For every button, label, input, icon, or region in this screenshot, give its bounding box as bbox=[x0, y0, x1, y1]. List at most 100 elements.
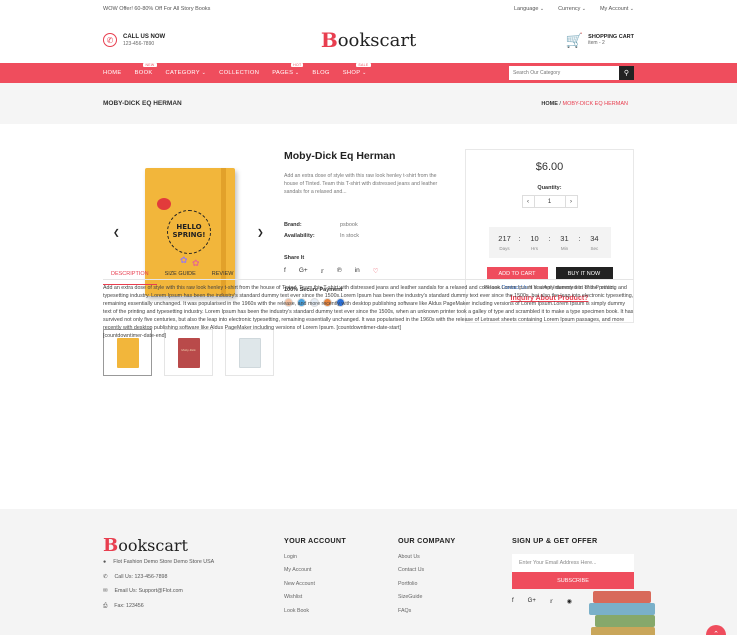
shopping-cart[interactable]: 🛒 SHOPPING CART item - 2 bbox=[566, 32, 634, 49]
nav-book[interactable]: BOOK NEW bbox=[135, 63, 157, 76]
breadcrumb: HOME / MOBY-DICK EQ HERMAN bbox=[541, 101, 628, 107]
page-title: MOBY-DICK EQ HERMAN bbox=[103, 100, 182, 107]
nav-home[interactable]: HOME bbox=[103, 70, 122, 76]
currency-dropdown[interactable]: Currency bbox=[558, 6, 586, 12]
timer-number: 31 bbox=[560, 234, 569, 243]
address-text: Flot Fashion Demo Store Demo Store USA bbox=[113, 559, 215, 565]
tab-description[interactable]: DESCRIPTION bbox=[103, 267, 157, 285]
footer: Bookscart ● Flot Fashion Demo Store Demo … bbox=[0, 509, 737, 635]
cart-count: item - 2 bbox=[588, 40, 605, 46]
availability-value: In stock bbox=[340, 233, 359, 240]
scroll-to-top-button[interactable]: ⌃ bbox=[706, 625, 726, 635]
next-image-arrow-icon[interactable]: ❯ bbox=[257, 228, 264, 237]
increase-qty-button[interactable]: › bbox=[564, 195, 578, 208]
footer-fax: ⎙ Fax: 123456 bbox=[103, 603, 214, 610]
timer-label: Days bbox=[499, 246, 510, 251]
footer-logo-initial: B bbox=[103, 535, 119, 556]
site-logo[interactable]: Bookscart bbox=[321, 28, 416, 52]
top-bar-menus: Language Currency My Account bbox=[514, 6, 634, 12]
facebook-icon[interactable]: f bbox=[512, 598, 514, 605]
search-button[interactable]: ⚲ bbox=[619, 66, 634, 80]
product-section: ❮ HELLO SPRING! ✿ ✿ ❯ Moby-Dick Moby-Dic… bbox=[0, 124, 737, 384]
brand-label: Brand: bbox=[284, 222, 302, 229]
footer-link-wishlist[interactable]: Wishlist bbox=[284, 594, 346, 600]
subscribe-button[interactable]: SUBSCRIBE bbox=[512, 572, 634, 589]
cart-icon: 🛒 bbox=[565, 31, 584, 48]
footer-link-portfolio[interactable]: Portfolio bbox=[398, 581, 455, 587]
twitter-icon[interactable]: 𝕣 bbox=[321, 267, 324, 275]
quantity-label: Quantity: bbox=[537, 185, 562, 191]
timer-separator: : bbox=[518, 236, 521, 243]
timer-number: 10 bbox=[530, 234, 539, 243]
book-spine bbox=[593, 591, 651, 603]
breadcrumb-home[interactable]: HOME bbox=[541, 101, 558, 107]
call-text: Call Us: 123-456-7898 bbox=[114, 573, 168, 580]
nav-pages[interactable]: PAGES HOT bbox=[272, 63, 304, 76]
footer-logo[interactable]: Bookscart bbox=[103, 535, 188, 556]
nav-blog[interactable]: BLOG bbox=[312, 70, 329, 76]
header: ✆ CALL US NOW 123-456-7890 Bookscart 🛒 S… bbox=[0, 17, 737, 63]
footer-link-faqs[interactable]: FAQs bbox=[398, 608, 455, 614]
quantity-stepper: ‹ 1 › bbox=[466, 195, 633, 208]
google-plus-icon[interactable]: G+ bbox=[299, 267, 308, 275]
call-number: 123-456-7890 bbox=[123, 40, 155, 47]
timer-seconds: 34 Sec bbox=[586, 234, 602, 251]
footer-link-login[interactable]: Login bbox=[284, 554, 346, 560]
facebook-icon[interactable]: f bbox=[284, 267, 286, 275]
timer-label: Min bbox=[560, 246, 569, 251]
call-us: ✆ CALL US NOW 123-456-7890 bbox=[103, 33, 165, 47]
instagram-icon[interactable]: ◉ bbox=[567, 598, 572, 605]
pinterest-icon[interactable]: ℗ bbox=[337, 267, 342, 275]
product-tabs: DESCRIPTION SIZE GUIDE REVIEW bbox=[103, 267, 241, 285]
chevron-up-icon: ⌃ bbox=[713, 631, 719, 635]
top-bar: WOW Offer! 60-80% Off For All Story Book… bbox=[0, 0, 737, 17]
footer-link-contact[interactable]: Contact Us bbox=[398, 567, 455, 573]
nav-collection[interactable]: COLLECTION bbox=[219, 70, 259, 76]
footer-link-about[interactable]: About Us bbox=[398, 554, 455, 560]
timer-minutes: 31 Min bbox=[556, 234, 572, 251]
book-spine bbox=[595, 615, 655, 627]
footer-link-new-account[interactable]: New Account bbox=[284, 581, 346, 587]
email-text[interactable]: Email Us: Support@Flot.com bbox=[114, 588, 182, 594]
share-icons: f G+ 𝕣 ℗ in ♡ bbox=[284, 267, 444, 275]
footer-link-sizeguide[interactable]: SizeGuide bbox=[398, 594, 455, 600]
google-plus-icon[interactable]: G+ bbox=[528, 598, 536, 605]
share-label: Share It bbox=[284, 255, 305, 262]
description-end: [countdowntimer-date-end] bbox=[103, 332, 167, 339]
fax-text: Fax: 123456 bbox=[114, 602, 144, 609]
tab-review[interactable]: REVIEW bbox=[204, 267, 242, 285]
linkedin-icon[interactable]: in bbox=[355, 267, 360, 275]
location-pin-icon: ● bbox=[103, 559, 107, 565]
footer-link-my-account[interactable]: My Account bbox=[284, 567, 346, 573]
account-heading: YOUR ACCOUNT bbox=[284, 536, 347, 545]
ladybug-illustration bbox=[157, 198, 171, 210]
newsletter-email-input[interactable]: Enter Your Email Address Here... bbox=[512, 554, 634, 572]
timer-separator: : bbox=[578, 236, 581, 243]
decrease-qty-button[interactable]: ‹ bbox=[521, 195, 535, 208]
footer-call: ✆ Call Us: 123-456-7898 bbox=[103, 574, 214, 580]
description-body: Add an extra dose of style with this raw… bbox=[103, 285, 634, 331]
thumbnail-cover: Moby-Dick bbox=[177, 337, 200, 368]
tab-size-guide[interactable]: SIZE GUIDE bbox=[157, 267, 204, 285]
nav-shop[interactable]: SHOP SALE bbox=[342, 63, 371, 76]
breadcrumb-bar: MOBY-DICK EQ HERMAN HOME / MOBY-DICK EQ … bbox=[0, 83, 737, 124]
timer-number: 34 bbox=[590, 234, 599, 243]
brand-value[interactable]: psbook bbox=[340, 222, 358, 228]
timer-separator: : bbox=[548, 236, 551, 243]
timer-days: 217 Days bbox=[497, 234, 513, 251]
search-input[interactable] bbox=[509, 66, 619, 80]
nav-category[interactable]: CATEGORY bbox=[166, 70, 207, 76]
call-title: CALL US NOW bbox=[123, 33, 166, 40]
my-account-dropdown[interactable]: My Account bbox=[600, 6, 634, 12]
wishlist-heart-icon[interactable]: ♡ bbox=[373, 267, 379, 275]
language-dropdown[interactable]: Language bbox=[514, 6, 544, 12]
twitter-icon[interactable]: 𝕣 bbox=[550, 598, 553, 605]
availability-label: Availability: bbox=[284, 233, 315, 240]
brand-row: Brand: psbook bbox=[284, 222, 444, 228]
prev-image-arrow-icon[interactable]: ❮ bbox=[113, 228, 120, 237]
timer-label: Sec bbox=[590, 246, 599, 251]
footer-link-look-book[interactable]: Look Book bbox=[284, 608, 346, 614]
quantity-input[interactable]: 1 bbox=[534, 195, 565, 208]
description-text: Add an extra dose of style with this raw… bbox=[103, 285, 634, 341]
nav-shop-label: SHOP bbox=[342, 70, 361, 76]
